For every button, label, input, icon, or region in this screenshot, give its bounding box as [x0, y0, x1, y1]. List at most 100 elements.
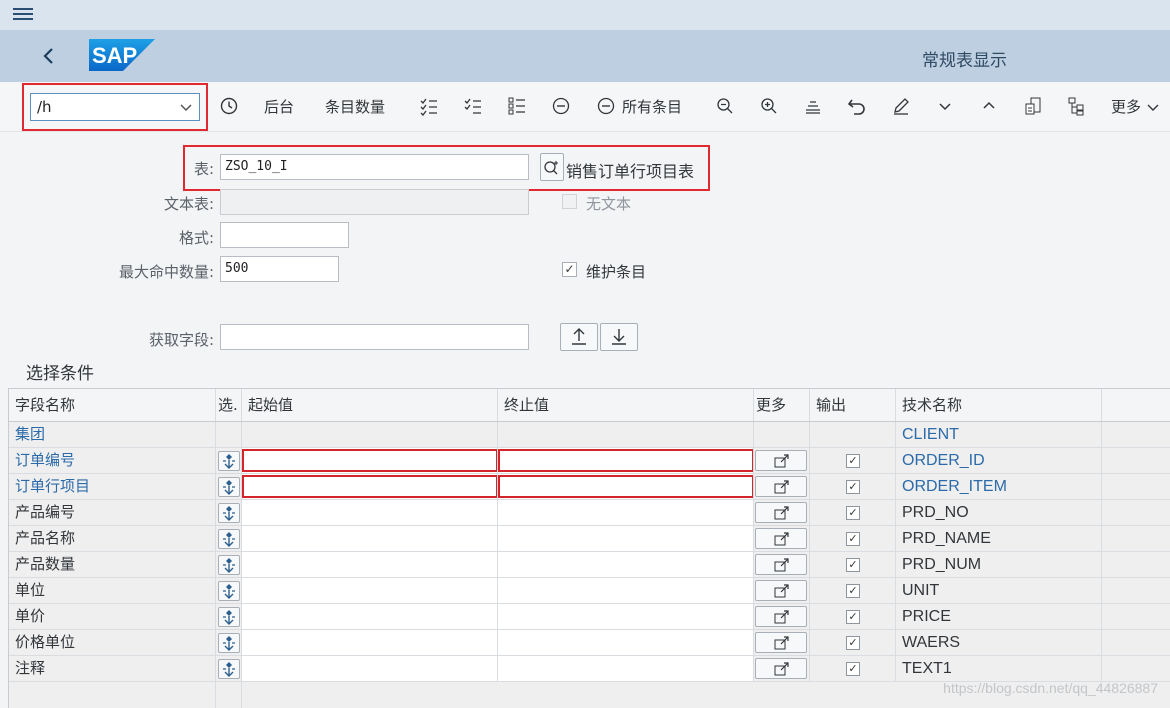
output-checkbox[interactable]: ✓ — [846, 662, 860, 676]
header-field-name: 字段名称 — [9, 389, 216, 421]
more-cell — [754, 448, 810, 473]
arrow-right-icon — [774, 584, 789, 598]
delete-selection-icon[interactable] — [550, 95, 572, 117]
more-cell — [754, 630, 810, 655]
from-value-input[interactable] — [242, 448, 498, 473]
header-select: 选. — [216, 389, 242, 421]
multiple-selection-button[interactable] — [218, 633, 240, 653]
more-options-button[interactable] — [755, 658, 807, 679]
output-checkbox[interactable]: ✓ — [846, 454, 860, 468]
filler-cell — [1102, 422, 1170, 447]
search-icon — [544, 161, 558, 175]
output-checkbox[interactable]: ✓ — [846, 558, 860, 572]
sap-logo: SAP — [89, 39, 155, 71]
more-options-button[interactable] — [755, 580, 807, 601]
select-block-icon[interactable] — [462, 95, 484, 117]
multiple-selection-button[interactable] — [218, 555, 240, 575]
chevron-down-icon[interactable] — [934, 95, 956, 117]
from-value-input[interactable] — [242, 630, 498, 655]
from-value-input[interactable] — [242, 526, 498, 551]
more-options-button[interactable] — [755, 502, 807, 523]
table-search-button[interactable] — [540, 153, 564, 181]
more-options-button[interactable] — [755, 606, 807, 627]
multiple-selection-button[interactable] — [218, 529, 240, 549]
to-value-input[interactable] — [498, 656, 754, 681]
multiple-selection-button[interactable] — [218, 659, 240, 679]
clock-icon[interactable] — [218, 95, 240, 117]
zoom-out-icon[interactable] — [714, 95, 736, 117]
output-checkbox[interactable]: ✓ — [846, 506, 860, 520]
entry-count-button[interactable]: 条目数量 — [325, 96, 385, 118]
select-cell — [216, 422, 242, 447]
maintain-entries-checkbox[interactable]: ✓ — [562, 262, 577, 277]
output-checkbox[interactable]: ✓ — [846, 636, 860, 650]
filler-cell — [1102, 630, 1170, 655]
to-value-input[interactable] — [498, 474, 754, 499]
download-button[interactable] — [600, 323, 638, 351]
chevron-down-icon — [1147, 104, 1159, 111]
chevron-up-icon[interactable] — [978, 95, 1000, 117]
to-value-input[interactable] — [498, 604, 754, 629]
list-detail-icon[interactable] — [506, 95, 528, 117]
to-value-input-highlight — [498, 449, 753, 472]
more-button[interactable]: 更多 — [1111, 96, 1160, 118]
arrow-right-icon — [774, 480, 789, 494]
to-value-input — [498, 422, 754, 447]
upload-button[interactable] — [560, 323, 598, 351]
output-checkbox[interactable]: ✓ — [846, 584, 860, 598]
more-options-button[interactable] — [755, 450, 807, 471]
document-icon[interactable] — [1022, 95, 1044, 117]
all-entries-button[interactable]: 所有条目 — [622, 96, 682, 118]
maintain-entries-label: 维护条目 — [586, 263, 647, 281]
output-cell: ✓ — [810, 552, 896, 577]
get-fields-input[interactable] — [220, 324, 529, 350]
zoom-in-icon[interactable] — [758, 95, 780, 117]
multiple-selection-button[interactable] — [218, 581, 240, 601]
from-value-input[interactable] — [242, 474, 498, 499]
multiple-selection-button[interactable] — [218, 451, 240, 471]
more-options-button[interactable] — [755, 528, 807, 549]
output-checkbox[interactable]: ✓ — [846, 480, 860, 494]
back-button[interactable] — [36, 42, 62, 70]
to-value-input[interactable] — [498, 526, 754, 551]
table-label: 表: — [193, 160, 214, 178]
output-checkbox[interactable]: ✓ — [846, 532, 860, 546]
align-icon[interactable] — [802, 95, 824, 117]
edit-pencil-icon[interactable] — [890, 95, 912, 117]
table-row: 订单编号 ✓ ORDER_ID — [9, 448, 1170, 474]
table-row: 集团 CLIENT — [9, 422, 1170, 448]
command-field-value: /h — [37, 98, 52, 116]
command-field-highlight: /h — [22, 83, 208, 131]
output-checkbox[interactable]: ✓ — [846, 610, 860, 624]
tech-name-cell: PRD_NUM — [896, 552, 1102, 577]
from-value-input[interactable] — [242, 604, 498, 629]
hamburger-menu-icon[interactable] — [13, 5, 33, 23]
background-button[interactable]: 后台 — [264, 96, 294, 118]
more-options-button[interactable] — [755, 632, 807, 653]
max-hits-input[interactable]: 500 — [220, 256, 339, 282]
to-value-input[interactable] — [498, 552, 754, 577]
from-value-input[interactable] — [242, 500, 498, 525]
multiple-selection-button[interactable] — [218, 607, 240, 627]
output-cell: ✓ — [810, 448, 896, 473]
more-options-button[interactable] — [755, 554, 807, 575]
hierarchy-icon[interactable] — [1066, 95, 1088, 117]
multiple-selection-button[interactable] — [218, 503, 240, 523]
from-value-input[interactable] — [242, 552, 498, 577]
layout-input[interactable] — [220, 222, 349, 248]
chevron-down-icon[interactable] — [179, 97, 193, 121]
select-all-icon[interactable] — [418, 95, 440, 117]
more-options-button[interactable] — [755, 476, 807, 497]
undo-icon[interactable] — [846, 95, 868, 117]
from-value-input[interactable] — [242, 656, 498, 681]
to-value-input[interactable] — [498, 578, 754, 603]
from-value-input[interactable] — [242, 578, 498, 603]
to-value-input[interactable] — [498, 630, 754, 655]
more-cell — [754, 500, 810, 525]
multiple-selection-button[interactable] — [218, 477, 240, 497]
to-value-input[interactable] — [498, 448, 754, 473]
minus-circle-icon[interactable] — [595, 95, 617, 117]
table-name-input[interactable]: ZSO_10_I — [220, 154, 529, 180]
to-value-input[interactable] — [498, 500, 754, 525]
command-field[interactable]: /h — [30, 93, 200, 121]
